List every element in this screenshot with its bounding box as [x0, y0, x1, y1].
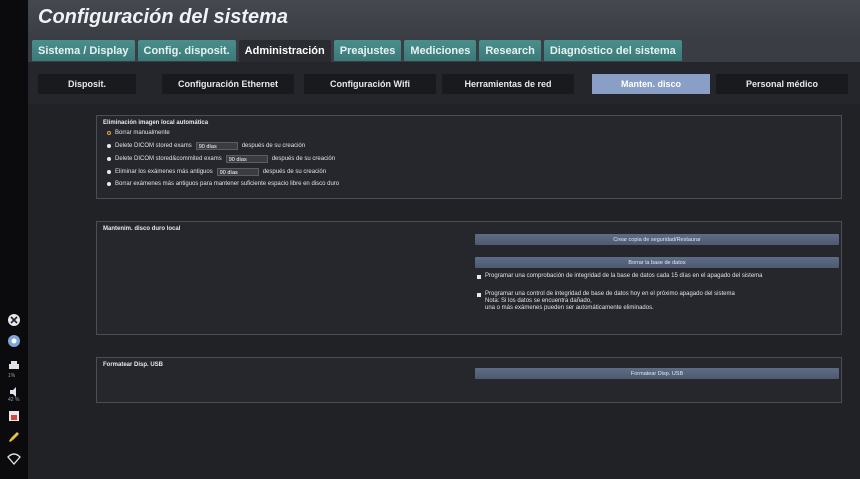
- main-window: Configuración del sistema Sistema / Disp…: [28, 0, 860, 479]
- subtab-herramientas-red[interactable]: Herramientas de red: [442, 74, 574, 94]
- option-manual[interactable]: Borrar manualmente: [107, 130, 170, 136]
- main-tabs: Sistema / Display Config. disposit. Admi…: [32, 40, 685, 62]
- option-free-space-label: Borrar exámenes más antiguos para manten…: [115, 181, 340, 187]
- option-oldest-label: Eliminar los exámenes más antiguos: [115, 169, 213, 175]
- close-circle-icon[interactable]: [6, 312, 22, 328]
- option-dicom-stored-label: Delete DICOM stored exams: [115, 143, 192, 149]
- local-disk-panel: Mantenim. disco duro local Crear copia d…: [96, 221, 842, 335]
- title-bar: Configuración del sistema: [28, 0, 860, 40]
- check-15-days[interactable]: Programar una comprobación de integridad…: [477, 273, 763, 280]
- option-manual-label: Borrar manualmente: [115, 130, 170, 136]
- local-disk-title: Mantenim. disco duro local: [103, 226, 181, 232]
- tab-diagnostico[interactable]: Diagnóstico del sistema: [543, 40, 682, 61]
- printer-percent: 1%: [8, 373, 16, 379]
- dicom-stored-days-input[interactable]: 90 días: [195, 142, 238, 150]
- usb-title: Formatear Disp. USB: [103, 362, 164, 368]
- option-dicom-stored[interactable]: Delete DICOM stored exams 90 días despué…: [107, 142, 305, 150]
- subtab-ethernet[interactable]: Configuración Ethernet: [162, 74, 294, 94]
- radio-icon[interactable]: [107, 157, 111, 161]
- sub-navigation: Disposit. Configuración Ethernet Configu…: [28, 62, 860, 104]
- subtab-wifi[interactable]: Configuración Wifi: [304, 74, 436, 94]
- export-icon[interactable]: [6, 408, 22, 424]
- left-rail: 1% 42 %: [0, 0, 28, 479]
- dicom-committed-days-input[interactable]: 90 días: [225, 155, 268, 163]
- subtab-manten-disco[interactable]: Manten. disco: [592, 74, 710, 94]
- subtab-disposit[interactable]: Disposit.: [38, 74, 136, 94]
- tab-administracion[interactable]: Administración: [238, 40, 331, 62]
- delete-database-button[interactable]: Borrar la base de datos: [475, 257, 839, 268]
- brush-icon[interactable]: [6, 429, 22, 445]
- option-dicom-committed-label: Delete DICOM stored&commited exams: [115, 156, 222, 162]
- option-oldest[interactable]: Eliminar los exámenes más antiguos 90 dí…: [107, 168, 326, 176]
- auto-delete-panel: Eliminación imagen local automática Borr…: [96, 115, 842, 199]
- checkbox-icon[interactable]: [477, 274, 481, 279]
- format-usb-button[interactable]: Formatear Disp. USB: [475, 368, 839, 379]
- option-dicom-committed[interactable]: Delete DICOM stored&commited exams 90 dí…: [107, 155, 335, 163]
- tab-research[interactable]: Research: [479, 40, 541, 61]
- tab-sistema-display[interactable]: Sistema / Display: [32, 40, 135, 61]
- radio-icon[interactable]: [107, 170, 111, 174]
- subtab-personal-medico[interactable]: Personal médico: [716, 74, 848, 94]
- after-creation-text: después de su creación: [241, 143, 306, 149]
- network-icon[interactable]: [6, 333, 22, 349]
- backup-restore-button[interactable]: Crear copia de seguridad/Restaurar: [475, 234, 839, 245]
- radio-selected-icon[interactable]: [107, 131, 111, 135]
- after-creation-text: después de su creación: [262, 169, 327, 175]
- check-next-shutdown-label: Programar una control de integridad de b…: [485, 291, 735, 297]
- radio-icon[interactable]: [107, 144, 111, 148]
- tab-mediciones[interactable]: Mediciones: [404, 40, 477, 61]
- oldest-days-input[interactable]: 90 días: [216, 168, 259, 176]
- option-free-space[interactable]: Borrar exámenes más antiguos para manten…: [107, 181, 339, 187]
- after-creation-text: después de su creación: [271, 156, 336, 162]
- volume-percent: 42 %: [8, 397, 20, 403]
- printer-icon[interactable]: [6, 358, 22, 374]
- check-next-shutdown[interactable]: Programar una control de integridad de b…: [477, 291, 735, 298]
- auto-delete-title: Eliminación imagen local automática: [103, 120, 209, 126]
- wifi-icon[interactable]: [6, 451, 22, 467]
- tab-config-disposit[interactable]: Config. disposit.: [137, 40, 236, 61]
- note-line-2: una o más exámenes pueden ser automática…: [485, 305, 654, 311]
- check-15-days-label: Programar una comprobación de integridad…: [485, 273, 763, 279]
- checkbox-icon[interactable]: [477, 292, 481, 297]
- content-area: Eliminación imagen local automática Borr…: [28, 104, 860, 479]
- radio-icon[interactable]: [107, 182, 111, 186]
- page-title: Configuración del sistema: [38, 6, 289, 28]
- tab-preajustes[interactable]: Preajustes: [333, 40, 402, 61]
- usb-panel: Formatear Disp. USB Formatear Disp. USB: [96, 357, 842, 403]
- note-line-1: Nota: Si los datos se encuentra dañado,: [485, 298, 592, 304]
